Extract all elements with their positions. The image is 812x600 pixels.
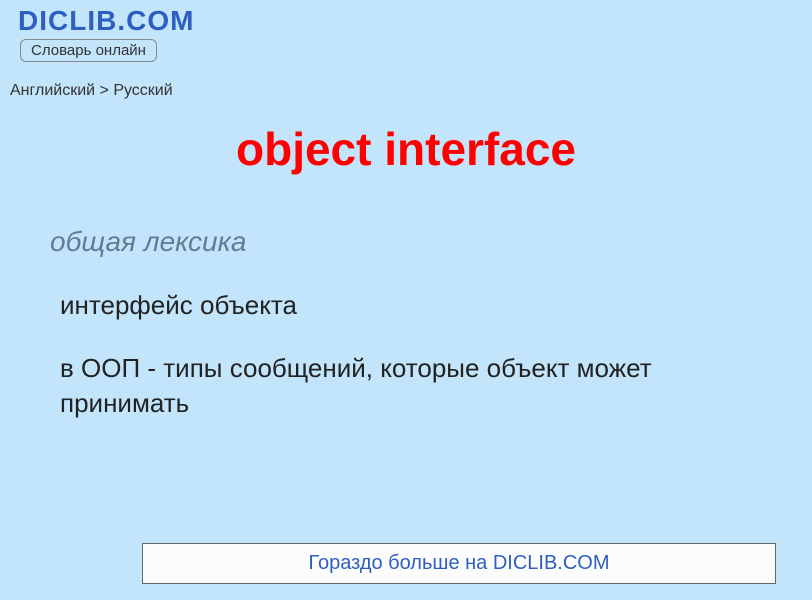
entry-term: object interface bbox=[0, 122, 812, 176]
content: общая лексика интерфейс объекта в ООП - … bbox=[0, 176, 812, 421]
header: DICLIB.COM Словарь онлайн bbox=[0, 0, 812, 62]
tagline: Словарь онлайн bbox=[20, 39, 157, 62]
definition-item: в ООП - типы сообщений, которые объект м… bbox=[60, 351, 762, 421]
more-link-box: Гораздо больше на DICLIB.COM bbox=[142, 543, 776, 584]
category-label: общая лексика bbox=[50, 226, 762, 258]
definition-item: интерфейс объекта bbox=[60, 288, 762, 323]
more-link[interactable]: Гораздо больше на DICLIB.COM bbox=[308, 552, 609, 574]
site-title[interactable]: DICLIB.COM bbox=[18, 6, 812, 37]
breadcrumb[interactable]: Английский > Русский bbox=[10, 82, 812, 100]
